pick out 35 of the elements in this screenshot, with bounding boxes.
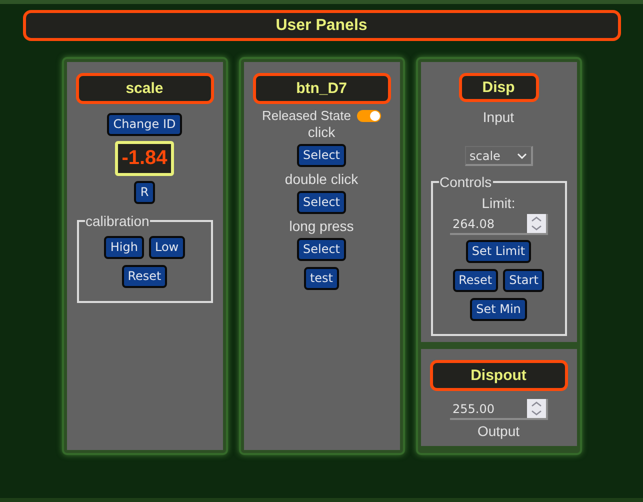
group-legend: Controls bbox=[438, 174, 493, 190]
number-field[interactable]: 255.00 bbox=[450, 399, 548, 420]
action-button[interactable]: Low bbox=[148, 236, 185, 259]
panel-title: btn_D7 bbox=[252, 73, 390, 104]
action-button[interactable]: High bbox=[104, 236, 144, 259]
group-legend: calibration bbox=[84, 213, 150, 229]
value-display: -1.84 bbox=[114, 141, 174, 176]
action-button[interactable]: test bbox=[304, 267, 340, 290]
spinner-icon[interactable] bbox=[526, 214, 546, 233]
chevron-down-icon bbox=[516, 152, 526, 159]
field-label: Limit: bbox=[482, 195, 516, 211]
toggle-switch[interactable] bbox=[356, 110, 381, 122]
action-button[interactable]: Select bbox=[296, 191, 346, 214]
action-button[interactable]: Set Limit bbox=[466, 240, 532, 263]
action-button[interactable]: Reset bbox=[122, 265, 168, 288]
number-field[interactable]: 264.08 bbox=[450, 214, 548, 235]
page-title: User Panels bbox=[22, 10, 620, 41]
field-label: click bbox=[308, 124, 336, 140]
spinner-icon[interactable] bbox=[526, 399, 546, 418]
action-button[interactable]: Set Min bbox=[470, 298, 527, 321]
dropdown[interactable]: scale bbox=[464, 146, 532, 166]
field-label: double click bbox=[284, 171, 358, 187]
panel-title: Disp bbox=[458, 73, 538, 102]
field-label: long press bbox=[289, 218, 354, 234]
action-button[interactable]: Start bbox=[503, 269, 544, 292]
action-button[interactable]: Change ID bbox=[107, 113, 182, 136]
action-button[interactable]: Select bbox=[296, 144, 346, 167]
action-button[interactable]: R bbox=[134, 181, 155, 204]
panel-title: scale bbox=[76, 73, 214, 104]
action-button[interactable]: Reset bbox=[452, 269, 498, 292]
toggle-label: Released State bbox=[262, 108, 351, 123]
field-label: Input bbox=[482, 109, 514, 126]
field-label: Output bbox=[477, 423, 520, 439]
panel-title: Dispout bbox=[430, 360, 568, 391]
action-button[interactable]: Select bbox=[296, 238, 346, 261]
